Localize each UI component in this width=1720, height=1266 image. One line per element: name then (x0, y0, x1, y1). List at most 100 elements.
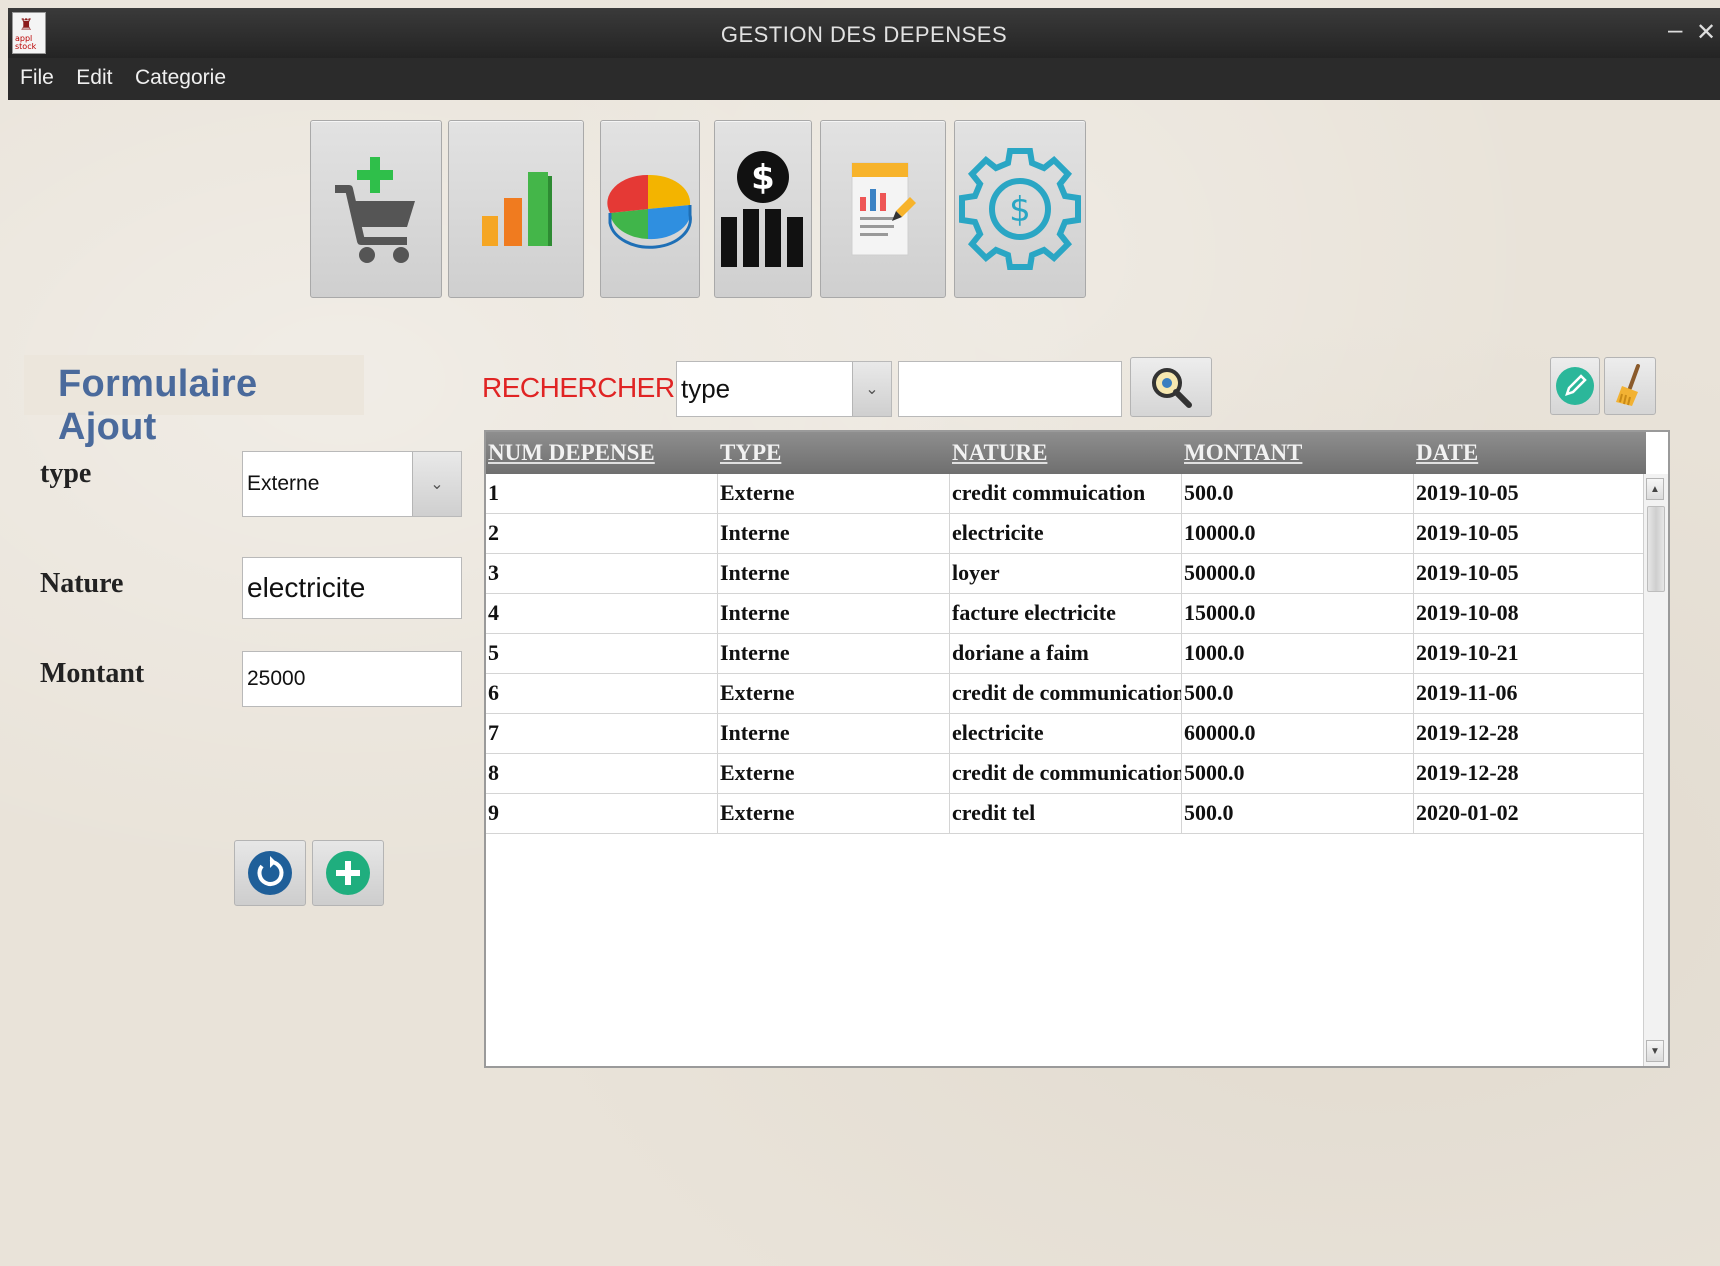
montant-field[interactable]: 25000 (242, 651, 462, 707)
search-criteria-value: type (681, 373, 731, 404)
column-header-date[interactable]: DATE (1414, 432, 1646, 474)
table-cell: credit tel (950, 794, 1182, 833)
table-cell: 15000.0 (1182, 594, 1414, 633)
table-cell: 4 (486, 594, 718, 633)
scroll-thumb[interactable] (1647, 506, 1665, 592)
table-cell: 500.0 (1182, 674, 1414, 713)
table-cell: 1 (486, 474, 718, 513)
table-row[interactable]: 3 Interne loyer 50000.0 2019-10-05 (486, 554, 1646, 594)
table-row[interactable]: 6 Externe credit de communication 500.0 … (486, 674, 1646, 714)
table-cell: 2019-10-08 (1414, 594, 1646, 633)
close-button[interactable]: ✕ (1696, 20, 1716, 46)
form-title-panel: Formulaire Ajout (24, 355, 364, 448)
menu-edit[interactable]: Edit (72, 58, 116, 98)
table-cell: 60000.0 (1182, 714, 1414, 753)
search-input[interactable] (898, 361, 1122, 417)
menu-file[interactable]: File (16, 58, 58, 98)
table-cell: credit de communication (950, 754, 1182, 793)
broom-icon (1616, 364, 1640, 406)
report-button[interactable] (820, 120, 946, 298)
table-cell: 7 (486, 714, 718, 753)
table-cell: 2019-10-05 (1414, 514, 1646, 553)
bar-chart-icon (482, 172, 552, 246)
refresh-icon (248, 851, 292, 895)
table-row[interactable]: 2 Interne electricite 10000.0 2019-10-05 (486, 514, 1646, 554)
table-cell: Interne (718, 714, 950, 753)
clear-button[interactable] (1604, 357, 1656, 415)
table-cell: 3 (486, 554, 718, 593)
window-title: GESTION DES DEPENSES (720, 22, 1008, 47)
table-cell: facture electricite (950, 594, 1182, 633)
chevron-down-icon[interactable]: ⌄ (412, 452, 461, 516)
table-cell: 1000.0 (1182, 634, 1414, 673)
pie-chart-button[interactable] (600, 120, 700, 298)
minimize-button[interactable]: – (1668, 16, 1682, 42)
menu-bar: File Edit Categorie (8, 58, 1720, 100)
add-button[interactable] (312, 840, 384, 906)
table-row[interactable]: 9 Externe credit tel 500.0 2020-01-02 (486, 794, 1646, 834)
column-header-montant[interactable]: MONTANT (1182, 432, 1414, 474)
table-cell: Externe (718, 754, 950, 793)
pencil-icon (1556, 367, 1594, 405)
table-scrollbar[interactable]: ▲ ▼ (1643, 474, 1668, 1066)
menu-categorie[interactable]: Categorie (131, 58, 230, 98)
table-cell: 2020-01-02 (1414, 794, 1646, 833)
table-cell: Interne (718, 554, 950, 593)
plus-circle-icon (326, 851, 370, 895)
table-row[interactable]: 1 Externe credit commuication 500.0 2019… (486, 474, 1646, 514)
table-cell: electricite (950, 714, 1182, 753)
type-select-value: Externe (247, 472, 320, 495)
table-cell: 9 (486, 794, 718, 833)
table-cell: 8 (486, 754, 718, 793)
bar-chart-button[interactable] (448, 120, 584, 298)
table-cell: 500.0 (1182, 474, 1414, 513)
search-icon (1152, 368, 1192, 408)
table-cell: 5000.0 (1182, 754, 1414, 793)
settings-button[interactable]: $ (954, 120, 1086, 298)
refresh-button[interactable] (234, 840, 306, 906)
table-cell: 2019-12-28 (1414, 714, 1646, 753)
column-header-nature[interactable]: NATURE (950, 432, 1182, 474)
dollar-gear-icon: $ (959, 148, 1081, 270)
column-header-num-depense[interactable]: NUM DEPENSE (486, 432, 718, 474)
table-row[interactable]: 7 Interne electricite 60000.0 2019-12-28 (486, 714, 1646, 754)
table-cell: Externe (718, 794, 950, 833)
column-header-type[interactable]: TYPE (718, 432, 950, 474)
table-cell: electricite (950, 514, 1182, 553)
chevron-down-icon[interactable]: ⌄ (852, 362, 891, 416)
table-cell: Externe (718, 674, 950, 713)
table-cell: Interne (718, 594, 950, 633)
table-cell: 2019-10-05 (1414, 554, 1646, 593)
search-criteria-select[interactable]: type ⌄ (676, 361, 892, 417)
scroll-down-icon[interactable]: ▼ (1646, 1040, 1664, 1062)
table-cell: 2019-10-05 (1414, 474, 1646, 513)
dollar-stats-icon: $ (721, 151, 803, 267)
montant-label: Montant (40, 658, 145, 689)
type-select[interactable]: Externe ⌄ (242, 451, 462, 517)
search-button[interactable] (1130, 357, 1212, 417)
table-cell: 2 (486, 514, 718, 553)
report-icon (851, 162, 916, 256)
svg-text:$: $ (751, 158, 775, 198)
nature-field[interactable]: electricite (242, 557, 462, 619)
table-cell: 2019-10-21 (1414, 634, 1646, 673)
svg-text:$: $ (1009, 190, 1031, 230)
table-cell: 5 (486, 634, 718, 673)
table-row[interactable]: 5 Interne doriane a faim 1000.0 2019-10-… (486, 634, 1646, 674)
budget-stats-button[interactable]: $ (714, 120, 812, 298)
table-row[interactable]: 8 Externe credit de communication 5000.0… (486, 754, 1646, 794)
table-cell: Externe (718, 474, 950, 513)
nature-label: Nature (40, 568, 124, 599)
scroll-up-icon[interactable]: ▲ (1646, 478, 1664, 500)
table-body: 1 Externe credit commuication 500.0 2019… (486, 474, 1646, 834)
form-title: Formulaire Ajout (58, 363, 258, 448)
table-cell: 6 (486, 674, 718, 713)
add-expense-button[interactable] (310, 120, 442, 298)
table-cell: 2019-12-28 (1414, 754, 1646, 793)
edit-button[interactable] (1550, 357, 1600, 415)
title-bar: ♜ appl stock GESTION DES DEPENSES – ✕ (8, 8, 1720, 59)
table-cell: Interne (718, 514, 950, 553)
table-cell: 50000.0 (1182, 554, 1414, 593)
pie-chart-icon (607, 174, 692, 249)
table-row[interactable]: 4 Interne facture electricite 15000.0 20… (486, 594, 1646, 634)
